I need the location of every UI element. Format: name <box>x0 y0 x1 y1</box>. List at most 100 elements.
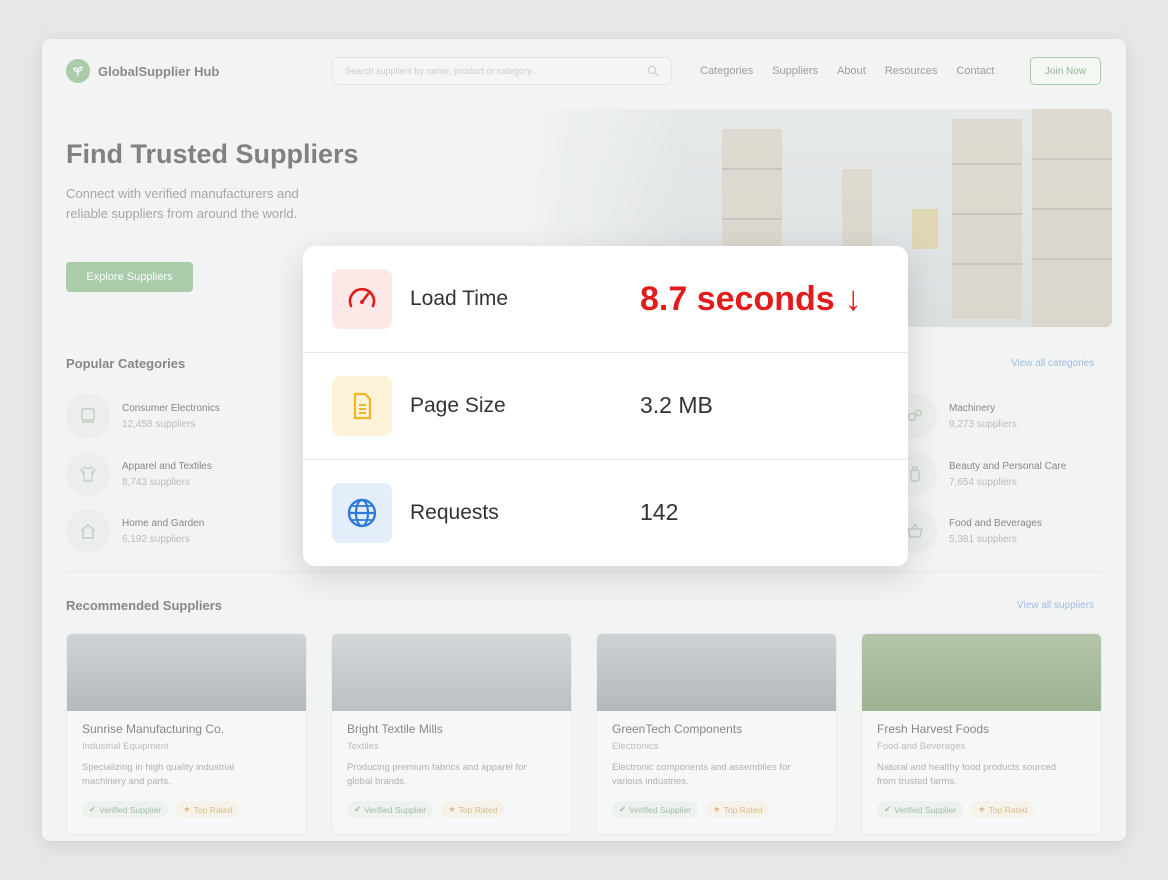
top-rated-label: Top Rated <box>988 804 1028 815</box>
shirt-icon <box>66 452 110 496</box>
nav-categories[interactable]: Categories <box>700 65 753 77</box>
verified-label: Verified Supplier <box>99 804 162 815</box>
category-name: Consumer Electronics <box>122 402 220 414</box>
hero-title: Find Trusted Suppliers <box>66 139 359 169</box>
verified-badge: ✔ Verified Supplier <box>877 801 964 818</box>
brand-logo[interactable]: GlobalSupplier Hub <box>66 59 219 83</box>
metric-label: Load Time <box>410 287 509 310</box>
explore-suppliers-button[interactable]: Explore Suppliers <box>66 262 193 292</box>
supplier-description: Electronic components and assemblies for… <box>612 762 791 787</box>
search-input[interactable]: Search suppliers by name, product or cat… <box>332 57 672 85</box>
supplier-type: Food and Beverages <box>877 741 966 752</box>
category-name: Beauty and Personal Care <box>949 460 1067 472</box>
nav-suppliers[interactable]: Suppliers <box>772 65 818 77</box>
category-item[interactable]: Home and Garden 6,192 suppliers <box>66 509 204 553</box>
performance-metrics-panel: Load Time 8.7 seconds ↓ Page Size 3.2 MB… <box>303 246 908 566</box>
nav-resources[interactable]: Resources <box>885 65 938 77</box>
view-all-categories-link[interactable]: View all categories <box>1011 358 1094 369</box>
supplier-name: Sunrise Manufacturing Co. <box>82 722 225 736</box>
supplier-name: Bright Textile Mills <box>347 722 443 736</box>
star-icon: ★ <box>978 804 986 814</box>
suppliers-heading: Recommended Suppliers <box>66 598 223 613</box>
monitor-icon <box>66 394 110 438</box>
category-name: Machinery <box>949 402 996 414</box>
check-circle-icon: ✔ <box>884 804 892 814</box>
metric-row-requests: Requests 142 <box>303 459 908 565</box>
supplier-image-electronics <box>597 634 836 711</box>
category-name: Apparel and Textiles <box>122 460 212 472</box>
verified-label: Verified Supplier <box>364 804 427 815</box>
supplier-description: Specializing in high quality industrial … <box>82 762 235 787</box>
check-circle-icon: ✔ <box>619 804 627 814</box>
supplier-description: Natural and healthy food products source… <box>877 762 1057 787</box>
main-nav: Categories Suppliers About Resources Con… <box>700 65 994 77</box>
arrow-down-icon: ↓ <box>844 279 862 318</box>
hero-subtitle: Connect with verified manufacturers and … <box>66 186 299 221</box>
category-item[interactable]: Food and Beverages 5,381 suppliers <box>893 509 1042 553</box>
supplier-card[interactable]: Fresh Harvest Foods Food and Beverages N… <box>861 633 1102 835</box>
metric-value: 142 <box>640 499 679 525</box>
join-now-button[interactable]: Join Now <box>1030 57 1101 85</box>
star-icon: ★ <box>448 804 456 814</box>
top-rated-badge: ★ Top Rated <box>706 801 770 818</box>
verified-label: Verified Supplier <box>629 804 692 815</box>
speedometer-icon <box>332 269 392 329</box>
top-rated-badge: ★ Top Rated <box>441 801 505 818</box>
leaf-icon <box>66 59 90 83</box>
supplier-type: Textiles <box>347 741 379 752</box>
category-name: Food and Beverages <box>949 517 1042 529</box>
top-rated-badge: ★ Top Rated <box>176 801 240 818</box>
supplier-name: Fresh Harvest Foods <box>877 722 990 736</box>
load-time-value: 8.7 seconds <box>640 279 835 318</box>
supplier-type: Industrial Equipment <box>82 741 169 752</box>
star-icon: ★ <box>713 804 721 814</box>
categories-heading: Popular Categories <box>66 356 186 371</box>
view-all-suppliers-link[interactable]: View all suppliers <box>1017 600 1094 611</box>
category-count: 7,654 suppliers <box>949 476 1017 488</box>
supplier-card[interactable]: GreenTech Components Electronics Electro… <box>596 633 837 835</box>
category-count: 8,743 suppliers <box>122 476 190 488</box>
supplier-name: GreenTech Components <box>612 722 743 736</box>
category-count: 9,273 suppliers <box>949 418 1017 430</box>
metric-value-alert: 8.7 seconds ↓ <box>640 280 862 319</box>
category-count: 6,192 suppliers <box>122 533 190 545</box>
check-circle-icon: ✔ <box>354 804 362 814</box>
verified-badge: ✔ Verified Supplier <box>612 801 699 818</box>
top-rated-label: Top Rated <box>458 804 498 815</box>
top-rated-badge: ★ Top Rated <box>971 801 1035 818</box>
verified-badge: ✔ Verified Supplier <box>347 801 434 818</box>
check-circle-icon: ✔ <box>89 804 97 814</box>
metric-row-load-time: Load Time 8.7 seconds ↓ <box>303 246 908 352</box>
supplier-card[interactable]: Bright Textile Mills Textiles Producing … <box>331 633 572 835</box>
category-item[interactable]: Consumer Electronics 12,458 suppliers <box>66 394 220 438</box>
metric-label: Requests <box>410 500 499 524</box>
search-icon[interactable] <box>647 65 659 77</box>
verified-label: Verified Supplier <box>894 804 957 815</box>
category-item[interactable]: Machinery 9,273 suppliers <box>893 394 1017 438</box>
nav-contact[interactable]: Contact <box>956 65 994 77</box>
top-rated-label: Top Rated <box>723 804 763 815</box>
supplier-type: Electronics <box>612 741 659 752</box>
category-count: 5,381 suppliers <box>949 533 1017 545</box>
nav-about[interactable]: About <box>837 65 866 77</box>
verified-badge: ✔ Verified Supplier <box>82 801 169 818</box>
star-icon: ★ <box>183 804 191 814</box>
supplier-card[interactable]: Sunrise Manufacturing Co. Industrial Equ… <box>66 633 307 835</box>
metric-row-page-size: Page Size 3.2 MB <box>303 352 908 458</box>
site-header: GlobalSupplier Hub Search suppliers by n… <box>42 39 1126 103</box>
home-icon <box>66 509 110 553</box>
metric-label: Page Size <box>410 393 506 417</box>
brand-name: GlobalSupplier Hub <box>98 63 220 79</box>
section-divider <box>66 571 1101 572</box>
globe-icon <box>332 482 392 543</box>
supplier-image-factory <box>67 634 306 711</box>
metric-value: 3.2 MB <box>640 392 713 418</box>
supplier-description: Producing premium fabrics and apparel fo… <box>347 762 527 787</box>
supplier-image-textile <box>332 634 571 711</box>
category-name: Home and Garden <box>122 517 205 529</box>
search-placeholder: Search suppliers by name, product or cat… <box>345 66 539 76</box>
top-rated-label: Top Rated <box>193 804 233 815</box>
document-icon <box>332 375 392 436</box>
category-item[interactable]: Beauty and Personal Care 7,654 suppliers <box>893 452 1066 496</box>
category-item[interactable]: Apparel and Textiles 8,743 suppliers <box>66 452 212 496</box>
